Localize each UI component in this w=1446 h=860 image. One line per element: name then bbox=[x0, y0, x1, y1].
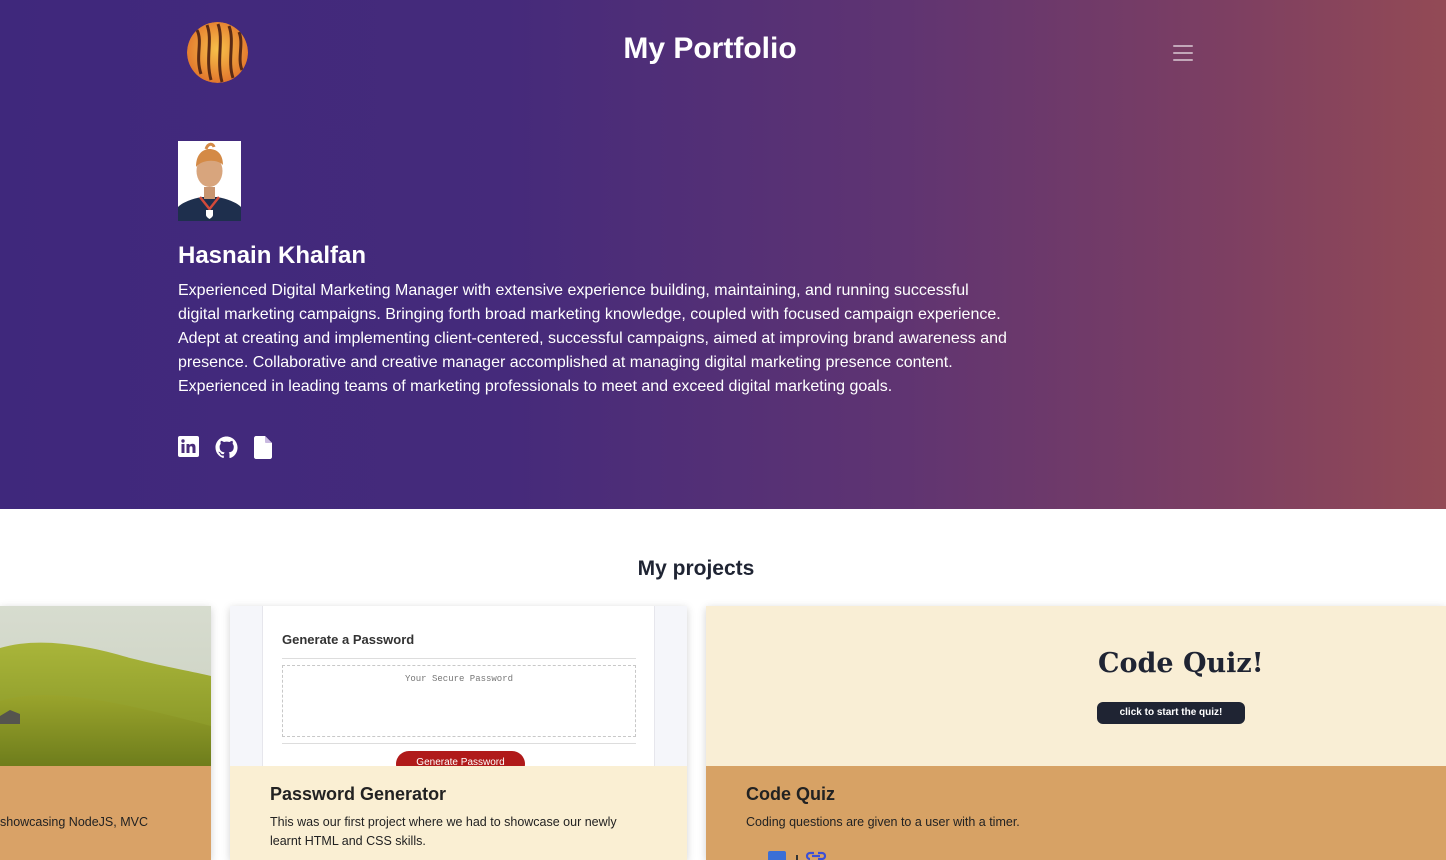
preview-heading: Generate a Password bbox=[282, 632, 415, 647]
project-card-password-generator[interactable]: Generate a Password Your Secure Password… bbox=[230, 606, 687, 860]
profile-bio: Experienced Digital Marketing Manager wi… bbox=[178, 282, 1007, 395]
divider bbox=[282, 658, 636, 659]
project-card-code-quiz[interactable]: Code Quiz! click to start the quiz! Code… bbox=[706, 606, 1446, 860]
site-title: My Portfolio bbox=[623, 32, 797, 65]
separator bbox=[796, 855, 798, 860]
preview-heading: Code Quiz! bbox=[1098, 648, 1264, 679]
preview-start-button: click to start the quiz! bbox=[1097, 702, 1245, 724]
profile-name: Hasnain Khalfan bbox=[178, 242, 367, 269]
project-description: showcasing NodeJS, MVC bbox=[0, 815, 148, 829]
github-link-icon[interactable] bbox=[768, 851, 786, 860]
hero-section: My Portfolio Hasnain Khalfan Experienced… bbox=[0, 0, 1446, 509]
projects-heading: My projects bbox=[637, 557, 755, 580]
preview-panel: Generate a Password Your Secure Password… bbox=[262, 606, 655, 766]
linkedin-icon[interactable] bbox=[178, 436, 200, 458]
github-icon[interactable] bbox=[215, 436, 238, 459]
project-image-hills bbox=[0, 606, 211, 766]
project-preview-password: Generate a Password Your Secure Password… bbox=[230, 606, 687, 766]
preview-generate-button: Generate Password bbox=[396, 751, 525, 766]
avatar bbox=[178, 141, 241, 221]
preview-password-box: Your Secure Password bbox=[282, 665, 636, 737]
divider bbox=[282, 743, 636, 744]
project-card-landscape[interactable]: showcasing NodeJS, MVC bbox=[0, 606, 211, 860]
project-title: Password Generator bbox=[270, 784, 447, 804]
project-description: This was our first project where we had … bbox=[270, 815, 617, 848]
project-title: Code Quiz bbox=[746, 784, 835, 804]
hamburger-menu-icon[interactable] bbox=[1170, 41, 1196, 65]
project-description: Coding questions are given to a user wit… bbox=[746, 815, 1020, 829]
preview-placeholder: Your Secure Password bbox=[404, 674, 514, 684]
external-link-icon[interactable] bbox=[804, 849, 828, 860]
project-preview-quiz: Code Quiz! click to start the quiz! bbox=[706, 606, 1446, 766]
resume-file-icon[interactable] bbox=[254, 436, 276, 459]
